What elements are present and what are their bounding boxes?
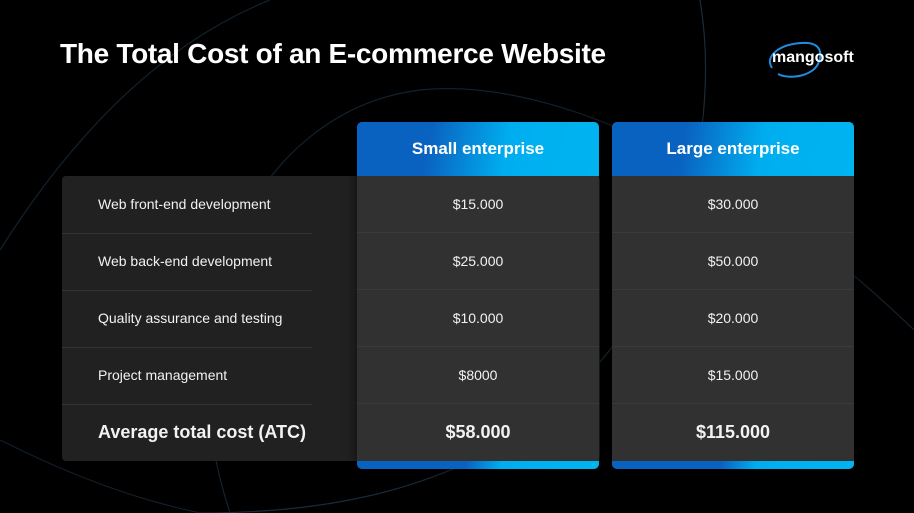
column-large-enterprise: Large enterprise $30.000 $50.000 $20.000… — [612, 122, 854, 469]
column-footer-bar — [612, 461, 854, 469]
cost-cell: $20.000 — [612, 290, 854, 347]
mangosoft-logo: mangosoft — [760, 38, 860, 82]
total-cell: $115.000 — [695, 422, 771, 442]
column-footer-bar — [357, 461, 599, 469]
page-title: The Total Cost of an E-commerce Website — [60, 38, 606, 69]
cost-cell: $30.000 — [612, 176, 854, 233]
column-header: Large enterprise — [612, 122, 854, 176]
cost-cell: $15.000 — [612, 347, 854, 404]
row-label: Quality assurance and testing — [98, 310, 283, 326]
cost-cell: $10.000 — [357, 290, 599, 347]
row-label: Web front-end development — [98, 196, 271, 212]
total-cell: $58.000 — [445, 422, 511, 442]
column-header: Small enterprise — [357, 122, 599, 176]
row-label: Web back-end development — [98, 253, 273, 269]
cost-cell: $15.000 — [357, 176, 599, 233]
column-small-enterprise: Small enterprise $15.000 $25.000 $10.000… — [357, 122, 599, 469]
cost-cell: $8000 — [357, 347, 599, 404]
total-label: Average total cost (ATC) — [98, 422, 307, 442]
row-label: Project management — [98, 367, 228, 383]
cost-cell: $25.000 — [357, 233, 599, 290]
cost-cell: $50.000 — [612, 233, 854, 290]
logo-text: mangosoft — [772, 49, 854, 66]
